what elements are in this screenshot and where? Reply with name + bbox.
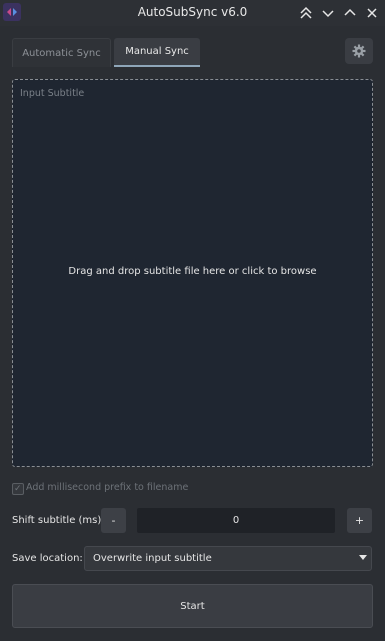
keep-above-icon[interactable]: [298, 5, 314, 21]
title-bar: AutoSubSync v6.0: [0, 0, 385, 26]
minimize-icon[interactable]: [320, 5, 336, 21]
millisecond-prefix-checkbox[interactable]: ✓: [12, 483, 24, 495]
start-button[interactable]: Start: [12, 584, 373, 628]
dropzone-label: Input Subtitle: [20, 88, 85, 99]
decrement-button[interactable]: -: [101, 508, 126, 533]
millisecond-prefix-label: Add millisecond prefix to filename: [26, 482, 189, 493]
close-icon[interactable]: [364, 5, 380, 21]
shift-subtitle-label: Shift subtitle (ms): [12, 515, 102, 526]
checkmark-icon: ✓: [14, 484, 22, 494]
save-location-label: Save location:: [12, 553, 83, 564]
tab-manual-sync[interactable]: Manual Sync: [114, 38, 200, 67]
dropzone-message: Drag and drop subtitle file here or clic…: [68, 266, 317, 277]
save-location-select[interactable]: Overwrite input subtitle: [84, 546, 372, 571]
dropdown-arrow-icon: [359, 555, 367, 560]
subtitle-dropzone[interactable]: Input Subtitle Drag and drop subtitle fi…: [12, 79, 373, 467]
tab-automatic-sync[interactable]: Automatic Sync: [12, 38, 111, 67]
increment-button[interactable]: +: [347, 508, 372, 533]
shift-value-input[interactable]: 0: [137, 508, 335, 533]
gear-icon: [352, 44, 366, 58]
maximize-icon[interactable]: [342, 5, 358, 21]
save-location-value: Overwrite input subtitle: [93, 553, 212, 564]
settings-button[interactable]: [345, 38, 373, 64]
